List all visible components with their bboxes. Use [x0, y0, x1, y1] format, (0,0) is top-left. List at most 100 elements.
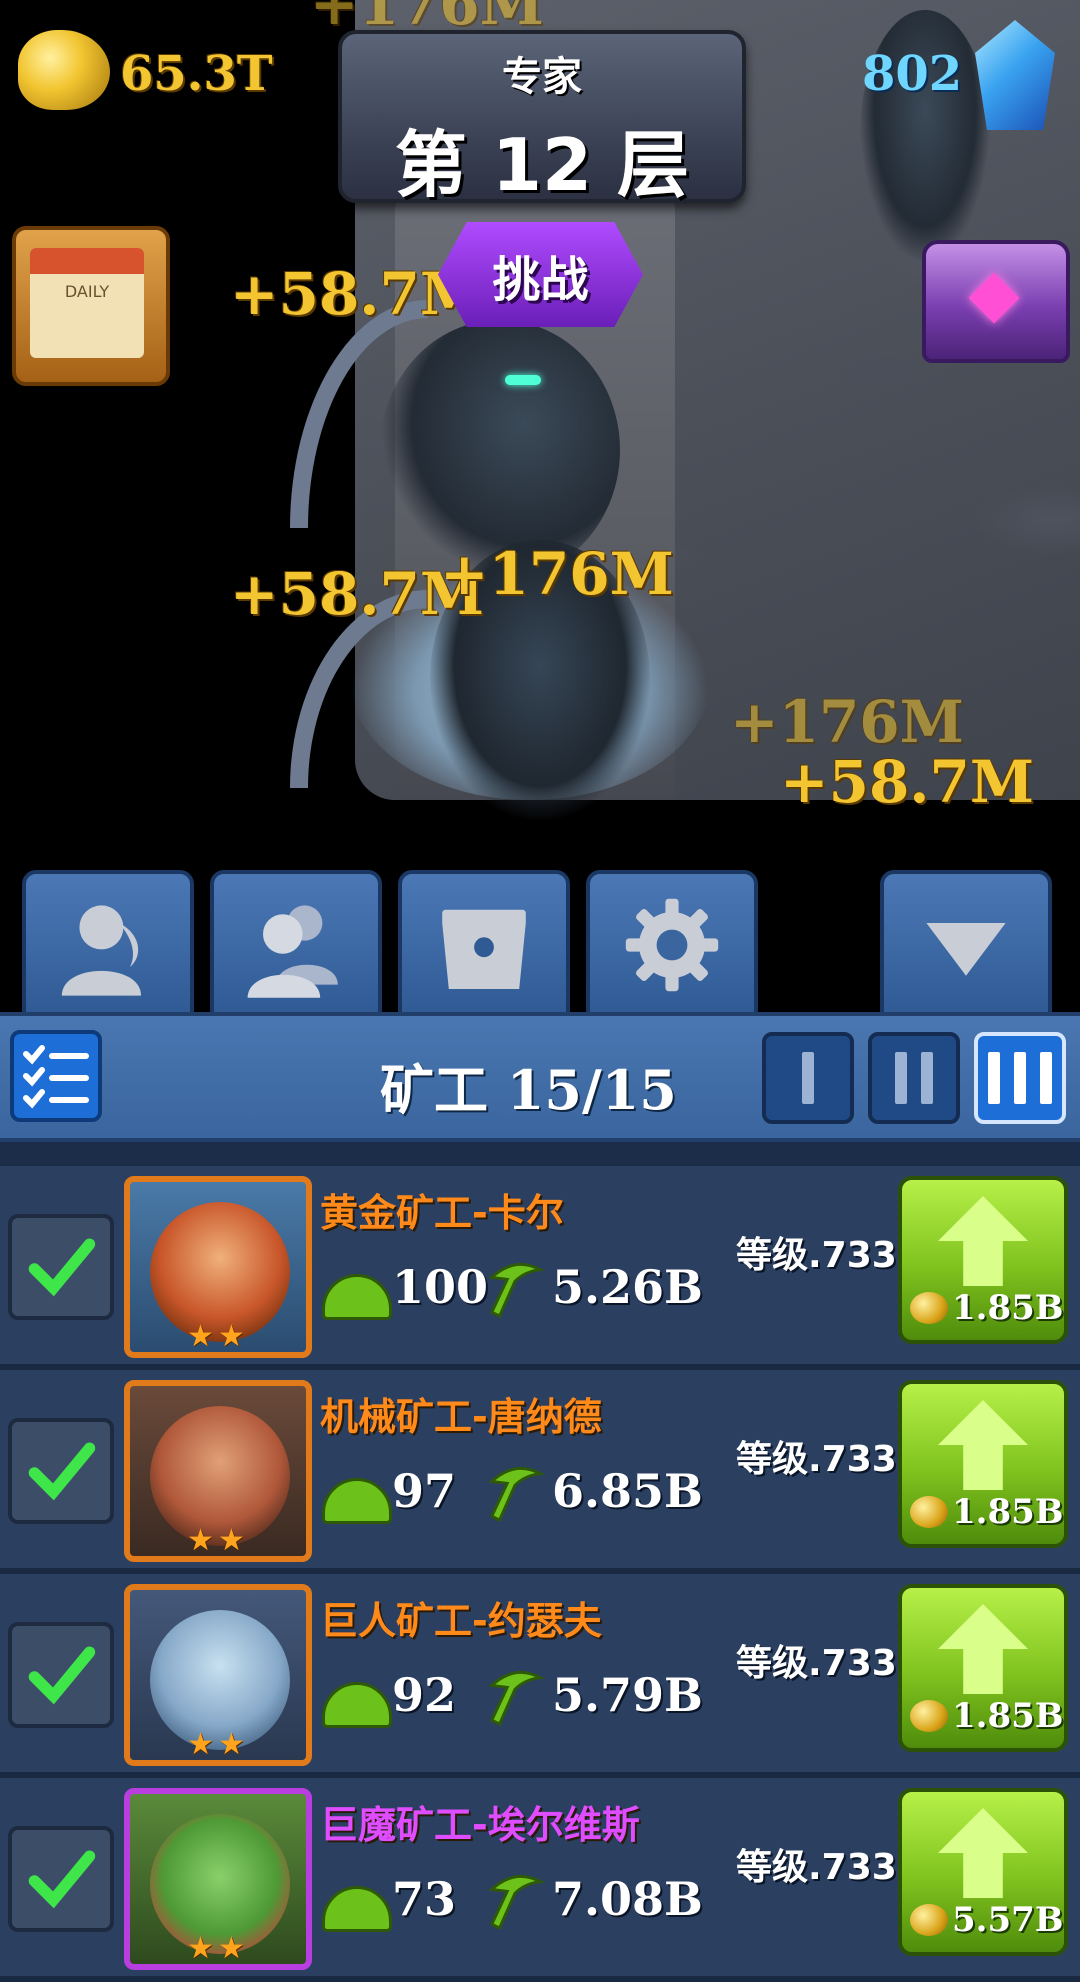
- upgrade-cost: 1.85B: [952, 1696, 1064, 1736]
- tier-1-button[interactable]: [762, 1032, 854, 1124]
- miner-row: ★★ 机械矿工-唐纳德 97 6.85B 等级.733 1.85B: [0, 1370, 1080, 1574]
- gold-amount: 65.3T: [120, 46, 273, 102]
- chest-gem-icon: [968, 272, 1020, 324]
- miner-level: 等级.733: [736, 1439, 897, 1480]
- miner-portrait[interactable]: ★★: [124, 1380, 312, 1562]
- floor-plaque: 专家 第 12 层: [338, 30, 746, 207]
- panel-title: 矿工 15/15: [380, 1058, 677, 1122]
- panel-header: 矿工 15/15: [0, 1012, 1080, 1142]
- arrow-up-icon: [938, 1808, 1028, 1898]
- pickaxe-icon: [488, 1670, 545, 1726]
- treasure-chest-button[interactable]: [922, 240, 1070, 363]
- user-icon: [61, 905, 141, 996]
- calendar-icon: DAILY: [30, 248, 144, 358]
- float-income: +176M: [440, 540, 674, 608]
- gold-coin-icon: [910, 1292, 948, 1324]
- checklist-toggle-button[interactable]: [10, 1030, 102, 1122]
- pickaxe-icon: [488, 1874, 545, 1930]
- miner-name: 黄金矿工-卡尔: [320, 1191, 564, 1235]
- gold-coin-icon: [910, 1904, 948, 1936]
- star-rating: ★★: [187, 1523, 249, 1558]
- helmet-icon: [322, 1886, 392, 1932]
- upgrade-button[interactable]: 1.85B: [898, 1584, 1068, 1752]
- tier-bar-icon: [988, 1052, 1000, 1104]
- calendar-label: DAILY: [64, 282, 110, 301]
- reaper-eyes: [505, 375, 541, 385]
- miner-level: 等级.733: [736, 1847, 897, 1888]
- upgrade-button[interactable]: 1.85B: [898, 1380, 1068, 1548]
- pickaxe-value: 7.08B: [552, 1872, 703, 1926]
- game-field[interactable]: +176M +58.7M +58.7M +176M +176M +58.7M 6…: [0, 0, 1080, 860]
- tier-bar-icon: [921, 1052, 933, 1104]
- checkmark-icon: [28, 1238, 96, 1297]
- tier-bar-icon: [895, 1052, 907, 1104]
- tier-2-button[interactable]: [868, 1032, 960, 1124]
- chest-icon: [442, 909, 526, 989]
- miner-name: 巨人矿工-约瑟夫: [320, 1599, 602, 1643]
- miner-checkbox[interactable]: [8, 1826, 114, 1932]
- star-rating: ★★: [187, 1931, 249, 1966]
- tier-bar-icon: [1014, 1052, 1026, 1104]
- challenge-button[interactable]: 挑战: [438, 222, 643, 327]
- miner-checkbox[interactable]: [8, 1214, 114, 1320]
- upgrade-cost: 1.85B: [952, 1288, 1064, 1328]
- gold-coin-icon: [910, 1700, 948, 1732]
- miner-name: 巨魔矿工-埃尔维斯: [320, 1803, 640, 1847]
- helmet-value: 92: [392, 1668, 457, 1722]
- tier-bar-icon: [802, 1052, 814, 1104]
- arrow-up-icon: [938, 1196, 1028, 1286]
- triangle-down-icon: [926, 923, 1006, 976]
- miner-row: ★★ 巨魔矿工-埃尔维斯 73 7.08B 等级.733 5.57B: [0, 1778, 1080, 1982]
- helmet-value: 97: [392, 1464, 457, 1518]
- gold-ore-icon: [18, 30, 110, 110]
- upgrade-cost: 1.85B: [952, 1492, 1064, 1532]
- helmet-value: 73: [392, 1872, 457, 1926]
- miner-portrait[interactable]: ★★: [124, 1788, 312, 1970]
- helmet-value: 100: [392, 1260, 489, 1314]
- upgrade-button[interactable]: 5.57B: [898, 1788, 1068, 1956]
- gold-coin-icon: [910, 1496, 948, 1528]
- miner-name: 机械矿工-唐纳德: [320, 1395, 602, 1439]
- star-rating: ★★: [187, 1727, 249, 1762]
- tier-3-button[interactable]: [974, 1032, 1066, 1124]
- miner-level: 等级.733: [736, 1643, 897, 1684]
- star-rating: ★★: [187, 1319, 249, 1354]
- tab-chest[interactable]: [398, 870, 570, 1020]
- float-income: +58.7M: [780, 748, 1035, 816]
- helmet-icon: [322, 1478, 392, 1524]
- gear-icon: [625, 898, 719, 992]
- tab-profile[interactable]: [22, 870, 194, 1020]
- floor-level: 第 12 层: [394, 123, 690, 207]
- tier-bar-icon: [1040, 1052, 1052, 1104]
- miner-checkbox[interactable]: [8, 1418, 114, 1524]
- miner-row: ★★ 黄金矿工-卡尔 100 5.26B 等级.733 1.85B: [0, 1166, 1080, 1370]
- miner-checkbox[interactable]: [8, 1622, 114, 1728]
- gem-amount: 802: [862, 46, 963, 102]
- tab-group[interactable]: [210, 870, 382, 1020]
- upgrade-cost: 5.57B: [952, 1900, 1064, 1940]
- users-icon: [247, 905, 338, 998]
- pickaxe-icon: [488, 1466, 545, 1522]
- checkmark-icon: [28, 1646, 96, 1705]
- tab-collapse[interactable]: [880, 870, 1052, 1020]
- arrow-up-icon: [938, 1400, 1028, 1490]
- pickaxe-value: 5.79B: [552, 1668, 703, 1722]
- calendar-header: [30, 248, 144, 274]
- miner-portrait[interactable]: ★★: [124, 1176, 312, 1358]
- pickaxe-value: 6.85B: [552, 1464, 703, 1518]
- helmet-icon: [322, 1682, 392, 1728]
- daily-calendar-button[interactable]: DAILY: [12, 226, 170, 386]
- checkmark-icon: [28, 1442, 96, 1501]
- miner-level: 等级.733: [736, 1235, 897, 1276]
- float-income: +176M: [730, 688, 964, 756]
- miner-row: ★★ 巨人矿工-约瑟夫 92 5.79B 等级.733 1.85B: [0, 1574, 1080, 1778]
- miner-panel: 矿工 15/15 ★★ 黄金矿工-卡尔 100 5.26B 等级.733 1.8…: [0, 1012, 1080, 1982]
- arrow-up-icon: [938, 1604, 1028, 1694]
- tab-settings[interactable]: [586, 870, 758, 1020]
- checkmark-icon: [28, 1850, 96, 1909]
- miner-portrait[interactable]: ★★: [124, 1584, 312, 1766]
- floor-difficulty: 专家: [502, 54, 582, 100]
- upgrade-button[interactable]: 1.85B: [898, 1176, 1068, 1344]
- pickaxe-icon: [488, 1262, 545, 1318]
- pickaxe-value: 5.26B: [552, 1260, 703, 1314]
